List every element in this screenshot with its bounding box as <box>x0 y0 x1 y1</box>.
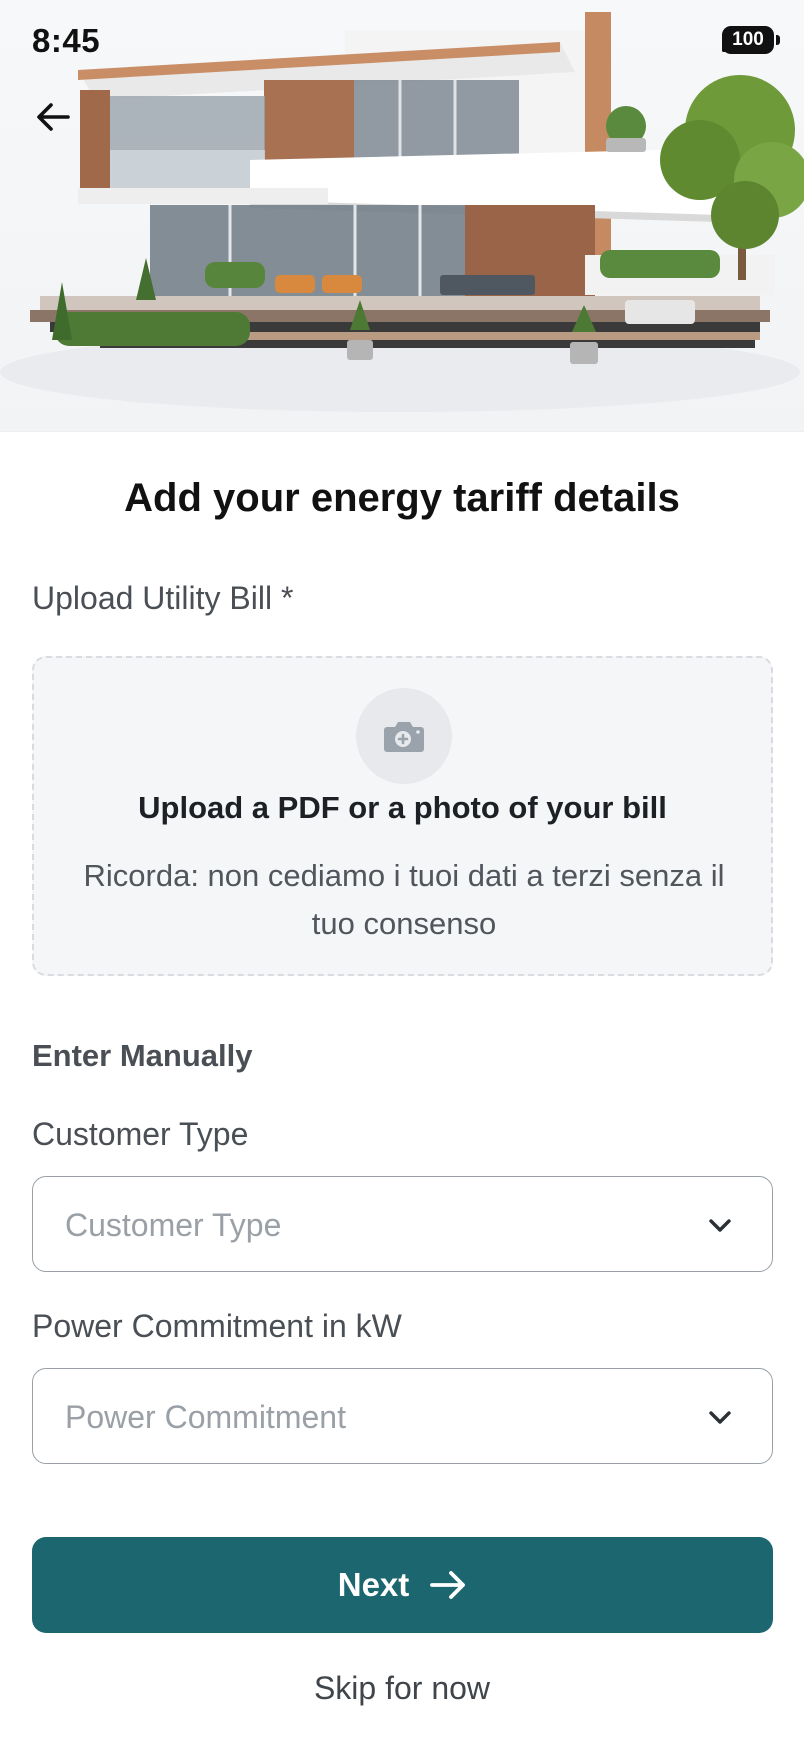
chevron-down-icon <box>709 1219 731 1232</box>
chevron-down-icon <box>709 1411 731 1424</box>
power-commitment-select[interactable]: Power Commitment <box>32 1368 773 1464</box>
next-button[interactable]: Next <box>32 1537 773 1633</box>
status-bar: 8:45 100 <box>0 0 804 86</box>
upload-icon-circle <box>356 688 452 784</box>
upload-bill-label: Upload Utility Bill * <box>32 580 294 616</box>
upload-title: Upload a PDF or a photo of your bill <box>138 790 667 825</box>
upload-privacy-note: Ricorda: non cediamo i tuoi dati a terzi… <box>83 858 725 941</box>
power-commitment-label: Power Commitment in kW <box>32 1308 402 1344</box>
battery-level: 100 <box>732 29 764 50</box>
back-button[interactable] <box>36 102 80 146</box>
status-time: 8:45 <box>32 22 101 59</box>
customer-type-label: Customer Type <box>32 1116 249 1152</box>
enter-manually-heading: Enter Manually <box>32 1038 253 1073</box>
power-commitment-placeholder: Power Commitment <box>65 1399 346 1435</box>
hero-house-image: 8:45 100 <box>0 0 804 432</box>
battery-icon: 100 <box>722 26 780 54</box>
arrow-left-icon <box>37 103 70 131</box>
skip-for-now-link[interactable]: Skip for now <box>0 1670 804 1707</box>
customer-type-placeholder: Customer Type <box>65 1207 282 1243</box>
status-icons: 100 <box>722 26 780 54</box>
arrow-right-icon <box>430 1571 466 1599</box>
camera-plus-icon <box>384 722 424 752</box>
upload-bill-dropzone[interactable]: Upload a PDF or a photo of your bill Ric… <box>32 656 773 976</box>
customer-type-select[interactable]: Customer Type <box>32 1176 773 1272</box>
next-button-label: Next <box>337 1566 410 1603</box>
page-title: Add your energy tariff details <box>124 476 680 520</box>
